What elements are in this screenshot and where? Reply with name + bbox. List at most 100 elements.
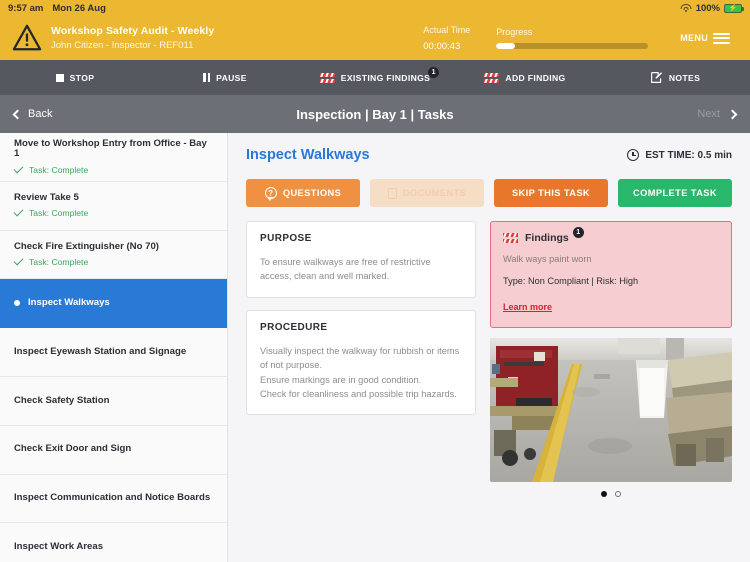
progress-metric: Progress <box>496 27 649 49</box>
task-list-item[interactable]: Check Exit Door and Sign <box>0 425 227 475</box>
barricade-icon <box>319 72 335 83</box>
toolbar-label-notes: NOTES <box>668 72 701 83</box>
toolbar-label-stop: STOP <box>69 72 95 83</box>
menu-button[interactable]: MENU <box>680 32 730 44</box>
findings-description: Walk ways paint worn <box>503 254 592 264</box>
toolbar-label-existing-findings: EXISTING FINDINGS 1 <box>341 66 440 83</box>
chevron-right-icon <box>727 109 738 119</box>
findings-heading: Findings 1 <box>525 227 584 244</box>
wifi-icon <box>680 4 692 12</box>
progress-bar <box>496 43 649 49</box>
question-bubble-icon: ? <box>264 187 277 201</box>
finding-photo[interactable] <box>490 338 732 482</box>
procedure-card: PROCEDURE Visually inspect the walkway f… <box>246 309 476 416</box>
task-status: Task: Complete <box>13 207 213 219</box>
task-detail-panel: Inspect Walkways EST TIME: 0.5 min ? QUE… <box>228 133 750 562</box>
task-list-item[interactable]: Review Take 5 Task: Complete <box>0 181 227 231</box>
toolbar-item-add-finding[interactable]: ADD FINDING <box>450 60 600 95</box>
back-button[interactable]: Back <box>12 108 53 120</box>
warning-triangle-icon <box>12 24 42 51</box>
toolbar-item-stop[interactable]: STOP <box>0 60 150 95</box>
task-list-item-label: Move to Workshop Entry from Office - Bay… <box>14 137 207 160</box>
findings-card: Findings 1 Walk ways paint worn Type: No… <box>490 221 732 328</box>
purpose-text: To ensure walkways are free of restricti… <box>260 257 431 282</box>
battery-percent: 100% <box>695 2 720 14</box>
task-list-item-label: Check Fire Extinguisher (No 70) <box>14 240 160 252</box>
toolbar-label-pause: PAUSE <box>216 72 247 83</box>
procedure-heading: PROCEDURE <box>260 321 328 333</box>
questions-label: QUESTIONS <box>282 188 342 198</box>
findings-learn-more-link[interactable]: Learn more <box>503 302 552 312</box>
status-bar: 9:57 am Mon 26 Aug 100% ⚡ <box>0 0 750 16</box>
back-label: Back <box>28 108 53 120</box>
task-status-label: Task: Complete <box>29 257 89 268</box>
skip-task-label: SKIP THIS TASK <box>511 188 591 198</box>
status-date: Mon 26 Aug <box>52 2 106 14</box>
purpose-heading: PURPOSE <box>260 233 312 244</box>
task-list-item-label: Inspect Walkways <box>28 297 110 309</box>
task-list-item[interactable]: Inspect Communication and Notice Boards <box>0 474 227 524</box>
task-list-item[interactable]: Check Safety Station <box>0 376 227 426</box>
procedure-text: Visually inspect the walkway for rubbish… <box>260 345 460 400</box>
check-icon <box>13 207 24 217</box>
findings-count-badge: 1 <box>572 227 584 238</box>
complete-task-label: COMPLETE TASK <box>632 188 718 198</box>
menu-label: MENU <box>680 33 708 43</box>
task-status: Task: Complete <box>13 255 213 268</box>
documents-label: DOCUMENTS <box>402 188 467 198</box>
next-button[interactable]: Next <box>697 108 738 120</box>
task-status: Task: Complete <box>13 163 213 175</box>
app-root: 9:57 am Mon 26 Aug 100% ⚡ Workshop Safet… <box>0 0 750 562</box>
carousel-dot-1[interactable] <box>601 491 607 497</box>
documents-button[interactable]: DOCUMENTS <box>370 179 484 207</box>
task-status-label: Task: Complete <box>29 164 89 175</box>
purpose-card: PURPOSE To ensure walkways are free of r… <box>246 221 476 298</box>
toolbar-item-existing-findings[interactable]: EXISTING FINDINGS 1 <box>300 60 450 95</box>
toolbar-item-pause[interactable]: PAUSE <box>150 60 300 95</box>
task-list-item[interactable]: Check Fire Extinguisher (No 70) Task: Com… <box>0 230 227 280</box>
task-status-label: Task: Complete <box>29 208 89 219</box>
toolbar-label-add-finding: ADD FINDING <box>505 72 566 83</box>
task-list-item-label: Inspect Eyewash Station and Signage <box>14 345 187 357</box>
complete-task-button[interactable]: COMPLETE TASK <box>618 179 732 207</box>
status-time: 9:57 am <box>8 2 44 14</box>
battery-charging-icon: ⚡ <box>724 3 744 13</box>
task-list-item-label: Review Take 5 <box>14 191 79 203</box>
actual-time-label: Actual Time <box>423 24 471 35</box>
barricade-icon <box>484 72 500 83</box>
selected-bullet-icon <box>14 300 20 307</box>
audit-title: Workshop Safety Audit - Weekly <box>51 25 215 37</box>
app-header: Workshop Safety Audit - Weekly John Citi… <box>0 16 750 60</box>
carousel-dot-2[interactable] <box>615 491 621 497</box>
progress-label: Progress <box>496 27 533 37</box>
task-list-item-label: Inspect Communication and Notice Boards <box>14 492 211 504</box>
findings-meta: Type: Non Compliant | Risk: High <box>503 276 639 286</box>
task-action-buttons: ? QUESTIONS DOCUMENTS SKIP THIS TASK COM… <box>246 179 732 207</box>
next-label: Next <box>697 108 720 120</box>
est-time: EST TIME: 0.5 min <box>627 149 732 161</box>
check-icon <box>13 163 24 174</box>
task-list-item[interactable]: Inspect Work Areas <box>0 523 227 562</box>
barricade-icon <box>503 233 518 244</box>
questions-button[interactable]: ? QUESTIONS <box>246 179 360 207</box>
breadcrumb: Back Inspection | Bay 1 | Tasks Next <box>0 95 750 133</box>
task-list-item[interactable]: Inspect Eyewash Station and Signage <box>0 328 227 377</box>
task-list-item-label: Check Exit Door and Sign <box>14 443 132 455</box>
chevron-left-icon <box>12 109 23 119</box>
page-title: Inspection | Bay 1 | Tasks <box>296 106 454 122</box>
clock-icon <box>627 149 640 161</box>
pause-bars-icon <box>203 73 211 82</box>
task-list-item[interactable]: Move to Workshop Entry from Office - Bay… <box>0 133 227 182</box>
stop-square-icon <box>55 73 64 82</box>
content-area: Move to Workshop Entry from Office - Bay… <box>0 133 750 562</box>
progress-bar-fill <box>496 43 515 49</box>
note-pencil-icon <box>650 72 662 83</box>
inspector-info: John Citizen - Inspector - REF011 <box>51 40 194 51</box>
task-sidebar[interactable]: Move to Workshop Entry from Office - Bay… <box>0 133 228 562</box>
photo-carousel-dots[interactable] <box>490 491 732 497</box>
skip-task-button[interactable]: SKIP THIS TASK <box>494 179 608 207</box>
task-list-item[interactable]: Inspect Walkways <box>0 279 227 329</box>
check-icon <box>13 255 24 266</box>
hamburger-icon <box>713 32 730 44</box>
toolbar-item-notes[interactable]: NOTES <box>600 60 750 95</box>
